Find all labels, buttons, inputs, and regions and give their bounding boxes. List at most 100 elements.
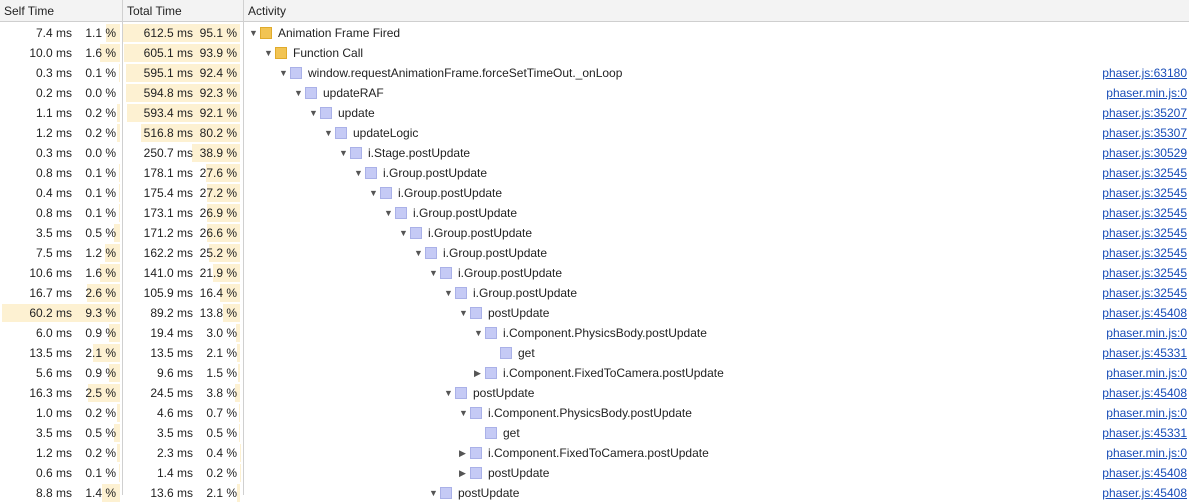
expand-triangle-icon[interactable]: ▼ bbox=[279, 63, 288, 83]
table-row[interactable]: 10.6 ms1.6 %141.0 ms21.9 %▼i.Group.postU… bbox=[0, 263, 1189, 283]
table-row[interactable]: 1.1 ms0.2 %593.4 ms92.1 %▼updatephaser.j… bbox=[0, 103, 1189, 123]
activity-cell[interactable]: ▼i.Component.PhysicsBody.postUpdatephase… bbox=[244, 403, 1189, 423]
expand-triangle-icon[interactable]: ▼ bbox=[369, 183, 378, 203]
table-row[interactable]: 7.4 ms1.1 %612.5 ms95.1 %▼Animation Fram… bbox=[0, 23, 1189, 43]
source-link[interactable]: phaser.js:32545 bbox=[1102, 183, 1187, 203]
source-link[interactable]: phaser.min.js:0 bbox=[1106, 363, 1187, 383]
source-link[interactable]: phaser.js:45408 bbox=[1102, 483, 1187, 503]
self-time-value: 10.6 ms bbox=[2, 263, 72, 283]
activity-cell[interactable]: ▼i.Group.postUpdatephaser.js:32545 bbox=[244, 263, 1189, 283]
source-link[interactable]: phaser.js:35307 bbox=[1102, 123, 1187, 143]
expand-triangle-icon[interactable]: ▼ bbox=[294, 83, 303, 103]
activity-cell[interactable]: ▼Function Call bbox=[244, 43, 1189, 63]
source-link[interactable]: phaser.min.js:0 bbox=[1106, 323, 1187, 343]
activity-cell[interactable]: ▼postUpdatephaser.js:45408 bbox=[244, 483, 1189, 503]
table-row[interactable]: 3.5 ms0.5 %3.5 ms0.5 %getphaser.js:45331 bbox=[0, 423, 1189, 443]
activity-cell[interactable]: ▼updateLogicphaser.js:35307 bbox=[244, 123, 1189, 143]
table-row[interactable]: 0.3 ms0.0 %250.7 ms38.9 %▼i.Stage.postUp… bbox=[0, 143, 1189, 163]
activity-cell[interactable]: ▼i.Component.PhysicsBody.postUpdatephase… bbox=[244, 323, 1189, 343]
expand-triangle-icon[interactable]: ▼ bbox=[249, 23, 258, 43]
source-link[interactable]: phaser.js:32545 bbox=[1102, 223, 1187, 243]
table-row[interactable]: 1.0 ms0.2 %4.6 ms0.7 %▼i.Component.Physi… bbox=[0, 403, 1189, 423]
collapse-triangle-icon[interactable]: ▶ bbox=[474, 363, 481, 383]
table-row[interactable]: 0.2 ms0.0 %594.8 ms92.3 %▼updateRAFphase… bbox=[0, 83, 1189, 103]
source-link[interactable]: phaser.js:32545 bbox=[1102, 203, 1187, 223]
self-time-percent: 0.1 % bbox=[72, 163, 116, 183]
activity-cell[interactable]: ▼postUpdatephaser.js:45408 bbox=[244, 383, 1189, 403]
table-row[interactable]: 0.3 ms0.1 %595.1 ms92.4 %▼window.request… bbox=[0, 63, 1189, 83]
table-row[interactable]: 0.8 ms0.1 %173.1 ms26.9 %▼i.Group.postUp… bbox=[0, 203, 1189, 223]
table-row[interactable]: 8.8 ms1.4 %13.6 ms2.1 %▼postUpdatephaser… bbox=[0, 483, 1189, 503]
table-row[interactable]: 6.0 ms0.9 %19.4 ms3.0 %▼i.Component.Phys… bbox=[0, 323, 1189, 343]
source-link[interactable]: phaser.js:30529 bbox=[1102, 143, 1187, 163]
expand-triangle-icon[interactable]: ▼ bbox=[474, 323, 483, 343]
expand-triangle-icon[interactable]: ▼ bbox=[264, 43, 273, 63]
expand-triangle-icon[interactable]: ▼ bbox=[339, 143, 348, 163]
activity-cell[interactable]: ▼i.Group.postUpdatephaser.js:32545 bbox=[244, 283, 1189, 303]
activity-cell[interactable]: ▼i.Group.postUpdatephaser.js:32545 bbox=[244, 163, 1189, 183]
activity-header[interactable]: Activity bbox=[244, 0, 1189, 22]
expand-triangle-icon[interactable]: ▼ bbox=[399, 223, 408, 243]
table-row[interactable]: 1.2 ms0.2 %2.3 ms0.4 %▶i.Component.Fixed… bbox=[0, 443, 1189, 463]
expand-triangle-icon[interactable]: ▼ bbox=[309, 103, 318, 123]
collapse-triangle-icon[interactable]: ▶ bbox=[459, 443, 466, 463]
activity-cell[interactable]: ▼Animation Frame Fired bbox=[244, 23, 1189, 43]
expand-triangle-icon[interactable]: ▼ bbox=[444, 283, 453, 303]
source-link[interactable]: phaser.js:32545 bbox=[1102, 243, 1187, 263]
activity-cell[interactable]: ▼i.Group.postUpdatephaser.js:32545 bbox=[244, 203, 1189, 223]
source-link[interactable]: phaser.js:32545 bbox=[1102, 163, 1187, 183]
activity-cell[interactable]: ▼i.Group.postUpdatephaser.js:32545 bbox=[244, 243, 1189, 263]
expand-triangle-icon[interactable]: ▼ bbox=[459, 403, 468, 423]
source-link[interactable]: phaser.min.js:0 bbox=[1106, 403, 1187, 423]
table-row[interactable]: 5.6 ms0.9 %9.6 ms1.5 %▶i.Component.Fixed… bbox=[0, 363, 1189, 383]
activity-name: window.requestAnimationFrame.forceSetTim… bbox=[308, 63, 622, 83]
activity-cell[interactable]: ▼i.Stage.postUpdatephaser.js:30529 bbox=[244, 143, 1189, 163]
collapse-triangle-icon[interactable]: ▶ bbox=[459, 463, 466, 483]
table-row[interactable]: 0.6 ms0.1 %1.4 ms0.2 %▶postUpdatephaser.… bbox=[0, 463, 1189, 483]
activity-cell[interactable]: ▼i.Group.postUpdatephaser.js:32545 bbox=[244, 223, 1189, 243]
table-row[interactable]: 0.4 ms0.1 %175.4 ms27.2 %▼i.Group.postUp… bbox=[0, 183, 1189, 203]
activity-cell[interactable]: ▼updatephaser.js:35207 bbox=[244, 103, 1189, 123]
source-link[interactable]: phaser.js:35207 bbox=[1102, 103, 1187, 123]
self-time-header[interactable]: Self Time bbox=[0, 0, 122, 22]
table-row[interactable]: 7.5 ms1.2 %162.2 ms25.2 %▼i.Group.postUp… bbox=[0, 243, 1189, 263]
activity-cell[interactable]: ▼updateRAFphaser.min.js:0 bbox=[244, 83, 1189, 103]
table-row[interactable]: 60.2 ms9.3 %89.2 ms13.8 %▼postUpdatephas… bbox=[0, 303, 1189, 323]
total-time-cell: 593.4 ms92.1 % bbox=[123, 103, 240, 123]
activity-cell[interactable]: getphaser.js:45331 bbox=[244, 343, 1189, 363]
source-link[interactable]: phaser.js:32545 bbox=[1102, 283, 1187, 303]
expand-triangle-icon[interactable]: ▼ bbox=[429, 483, 438, 503]
table-row[interactable]: 10.0 ms1.6 %605.1 ms93.9 %▼Function Call bbox=[0, 43, 1189, 63]
source-link[interactable]: phaser.js:45408 bbox=[1102, 383, 1187, 403]
source-link[interactable]: phaser.min.js:0 bbox=[1106, 443, 1187, 463]
table-row[interactable]: 1.2 ms0.2 %516.8 ms80.2 %▼updateLogicpha… bbox=[0, 123, 1189, 143]
expand-triangle-icon[interactable]: ▼ bbox=[324, 123, 333, 143]
expand-triangle-icon[interactable]: ▼ bbox=[429, 263, 438, 283]
expand-triangle-icon[interactable]: ▼ bbox=[459, 303, 468, 323]
source-link[interactable]: phaser.min.js:0 bbox=[1106, 83, 1187, 103]
expand-triangle-icon[interactable]: ▼ bbox=[354, 163, 363, 183]
activity-cell[interactable]: ▶i.Component.FixedToCamera.postUpdatepha… bbox=[244, 363, 1189, 383]
activity-cell[interactable]: getphaser.js:45331 bbox=[244, 423, 1189, 443]
source-link[interactable]: phaser.js:45408 bbox=[1102, 303, 1187, 323]
expand-triangle-icon[interactable]: ▼ bbox=[414, 243, 423, 263]
total-time-header[interactable]: Total Time bbox=[123, 0, 243, 22]
table-row[interactable]: 3.5 ms0.5 %171.2 ms26.6 %▼i.Group.postUp… bbox=[0, 223, 1189, 243]
table-row[interactable]: 16.7 ms2.6 %105.9 ms16.4 %▼i.Group.postU… bbox=[0, 283, 1189, 303]
activity-cell[interactable]: ▼postUpdatephaser.js:45408 bbox=[244, 303, 1189, 323]
source-link[interactable]: phaser.js:32545 bbox=[1102, 263, 1187, 283]
source-link[interactable]: phaser.js:63180 bbox=[1102, 63, 1187, 83]
table-row[interactable]: 0.8 ms0.1 %178.1 ms27.6 %▼i.Group.postUp… bbox=[0, 163, 1189, 183]
table-row[interactable]: 13.5 ms2.1 %13.5 ms2.1 %getphaser.js:453… bbox=[0, 343, 1189, 363]
activity-cell[interactable]: ▼ window.requestAnimationFrame.forceSetTi… bbox=[244, 63, 1189, 83]
category-swatch-icon bbox=[470, 447, 482, 459]
table-row[interactable]: 16.3 ms2.5 %24.5 ms3.8 %▼postUpdatephase… bbox=[0, 383, 1189, 403]
activity-cell[interactable]: ▶postUpdatephaser.js:45408 bbox=[244, 463, 1189, 483]
activity-cell[interactable]: ▶i.Component.FixedToCamera.postUpdatepha… bbox=[244, 443, 1189, 463]
expand-triangle-icon[interactable]: ▼ bbox=[444, 383, 453, 403]
source-link[interactable]: phaser.js:45331 bbox=[1102, 343, 1187, 363]
source-link[interactable]: phaser.js:45408 bbox=[1102, 463, 1187, 483]
source-link[interactable]: phaser.js:45331 bbox=[1102, 423, 1187, 443]
activity-cell[interactable]: ▼i.Group.postUpdatephaser.js:32545 bbox=[244, 183, 1189, 203]
expand-triangle-icon[interactable]: ▼ bbox=[384, 203, 393, 223]
